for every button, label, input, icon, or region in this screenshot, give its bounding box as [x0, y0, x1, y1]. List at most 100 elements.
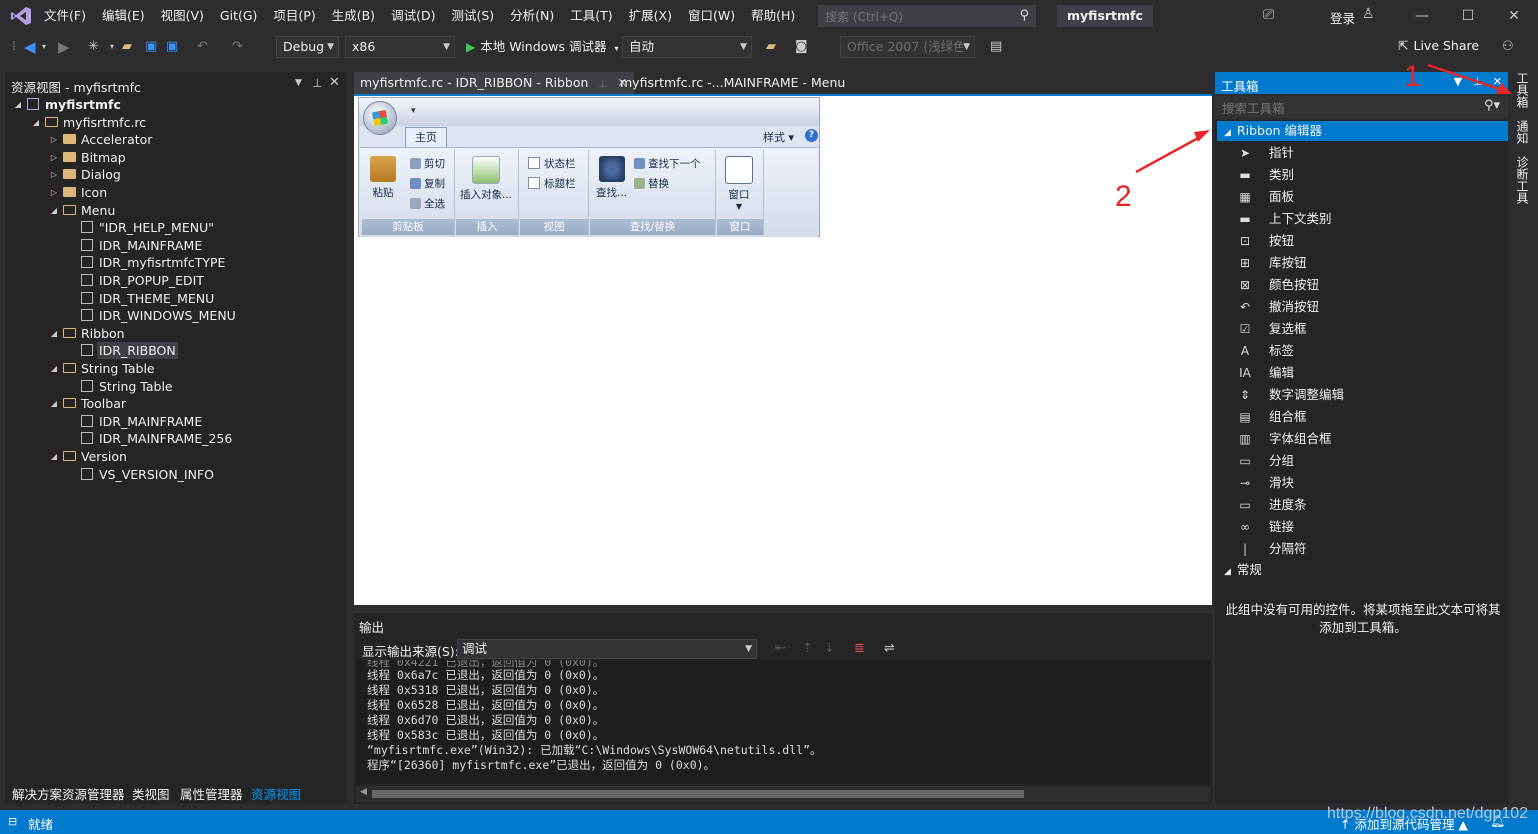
toolbox-item[interactable]: ▦ 面板 — [1237, 187, 1294, 207]
collapsed-arrow-icon[interactable]: ▷ — [49, 184, 59, 201]
notification-bell-icon[interactable]: 🔔︎ — [1490, 814, 1505, 828]
feedback-person-icon[interactable]: ⚇ — [1502, 37, 1514, 57]
tab-solution-explorer[interactable]: 解决方案资源管理器 — [12, 784, 125, 803]
toolbox-item[interactable]: | 分隔符 — [1237, 539, 1307, 559]
toolbox-item[interactable]: ⊸ 滑块 — [1237, 473, 1294, 493]
tab-property-manager[interactable]: 属性管理器 — [180, 784, 243, 803]
clear-all-icon[interactable]: ≣ — [854, 641, 865, 656]
ribbon-replace-button[interactable]: 替换 — [634, 176, 669, 191]
pin-icon[interactable]: ⊥ — [312, 76, 322, 90]
tab-class-view[interactable]: 类视图 — [132, 784, 170, 803]
toolbox-item[interactable]: ⊠ 颜色按钮 — [1237, 275, 1319, 295]
expanded-arrow-icon[interactable]: ◢ — [13, 96, 23, 113]
expanded-arrow-icon[interactable]: ◢ — [49, 360, 59, 377]
minimize-button[interactable]: — — [1412, 6, 1432, 26]
ribbon-insert-object-button[interactable]: 插入对象... — [460, 156, 512, 202]
statusbar-checkbox[interactable]: 状态栏 — [528, 156, 576, 171]
titlebar-checkbox[interactable]: 标题栏 — [528, 176, 576, 191]
back-dropdown-icon[interactable]: ▾ — [42, 37, 46, 57]
toolbox-item[interactable]: ⅠA 编辑 — [1237, 363, 1294, 383]
toolbox-item[interactable]: ↶ 撤消按钮 — [1237, 297, 1319, 317]
quick-access-dropdown-icon[interactable]: ▾ — [411, 106, 416, 116]
toolbox-item[interactable]: ⊡ 按钮 — [1237, 231, 1294, 251]
back-icon[interactable]: ◀ — [24, 37, 36, 57]
camera-icon[interactable]: ◙ — [795, 37, 808, 57]
expanded-arrow-icon[interactable]: ◢ — [31, 114, 41, 131]
toolbox-item[interactable]: A 标签 — [1237, 341, 1294, 361]
menu-window[interactable]: 窗口(W) — [680, 0, 743, 32]
theme-dropdown[interactable]: Office 2007 (浅绿色 ▼ — [840, 36, 975, 58]
toolbox-item[interactable]: ⇕ 数字调整编辑 — [1237, 385, 1344, 405]
platform-dropdown[interactable]: x86 ▼ — [345, 36, 455, 58]
menu-file[interactable]: 文件(F) — [36, 0, 94, 32]
scrollbar-thumb[interactable] — [372, 790, 1024, 798]
next-message-icon[interactable]: ⇣ — [824, 641, 835, 656]
ribbon-paste-button[interactable]: 粘贴 — [370, 156, 396, 200]
layout-icon[interactable]: ▤ — [990, 37, 1002, 57]
pin-icon[interactable]: ⊥ — [598, 79, 607, 90]
collapsed-arrow-icon[interactable]: ▷ — [49, 131, 59, 148]
sign-in-link[interactable]: 登录 — [1330, 8, 1355, 27]
collapsed-arrow-icon[interactable]: ▷ — [49, 149, 59, 166]
close-icon[interactable]: ✕ — [329, 75, 340, 90]
collapsed-arrow-icon[interactable]: ▷ — [49, 166, 59, 183]
output-source-dropdown[interactable]: 调试 ▼ — [457, 639, 757, 659]
panel-menu-icon[interactable]: ▼ — [295, 78, 302, 88]
menu-analyze[interactable]: 分析(N) — [502, 0, 562, 32]
tab-menu-document[interactable]: myfisrtmfc.rc -...MAINFRAME - Menu — [614, 72, 851, 94]
menu-help[interactable]: 帮助(H) — [743, 0, 803, 32]
search-icon[interactable]: ⚲ — [1019, 8, 1029, 23]
word-wrap-icon[interactable]: ⇌ — [884, 641, 895, 656]
ribbon-help-icon[interactable]: ? — [805, 129, 818, 142]
forward-icon[interactable]: ▶ — [58, 37, 70, 57]
ribbon-select-all-button[interactable]: 全选 — [410, 196, 445, 211]
expanded-arrow-icon[interactable]: ◢ — [49, 325, 59, 342]
menu-git[interactable]: Git(G) — [212, 0, 266, 32]
tab-ribbon-document[interactable]: myfisrtmfc.rc - IDR_RIBBON - Ribbon ⊥ ✕ — [354, 72, 634, 94]
feedback-icon[interactable]: ⎚ — [1263, 7, 1274, 23]
toolbox-item[interactable]: ☑ 复选框 — [1237, 319, 1307, 339]
ribbon-style-dropdown[interactable]: 样式 ▾ — [763, 129, 794, 145]
user-icon[interactable]: ♙ — [1362, 6, 1375, 22]
menu-test[interactable]: 测试(S) — [443, 0, 502, 32]
tab-resource-view[interactable]: 资源视图 — [247, 780, 306, 804]
save-icon[interactable]: ▣ — [145, 37, 157, 57]
undo-icon[interactable]: ↶ — [197, 37, 208, 57]
scroll-left-icon[interactable]: ◀ — [360, 787, 367, 797]
open-folder-icon[interactable]: ▰ — [122, 37, 132, 57]
toolbox-item[interactable]: ▤ 组合框 — [1237, 407, 1306, 427]
quick-search-input[interactable] — [823, 7, 1017, 27]
maximize-button[interactable]: ☐ — [1458, 6, 1478, 26]
menu-project[interactable]: 项目(P) — [265, 0, 323, 32]
expanded-arrow-icon[interactable]: ◢ — [49, 202, 59, 219]
ribbon-copy-button[interactable]: 复制 — [410, 176, 445, 191]
menu-build[interactable]: 生成(B) — [324, 0, 383, 32]
menu-tools[interactable]: 工具(T) — [562, 0, 620, 32]
configuration-dropdown[interactable]: Debug ▼ — [276, 36, 339, 58]
new-project-icon[interactable]: ✳ — [88, 37, 99, 57]
menu-edit[interactable]: 编辑(E) — [94, 0, 153, 32]
toolbox-item[interactable]: ∞ 链接 — [1237, 517, 1294, 537]
go-to-line-icon[interactable]: ⇤ — [775, 641, 786, 656]
redo-icon[interactable]: ↷ — [232, 37, 243, 57]
toolbox-item[interactable]: ▭ 进度条 — [1237, 495, 1306, 515]
ribbon-cut-button[interactable]: 剪切 — [410, 156, 445, 171]
expanded-arrow-icon[interactable]: ◢ — [49, 448, 59, 465]
ribbon-find-next-button[interactable]: 查找下一个 — [634, 156, 701, 171]
expanded-arrow-icon[interactable]: ◢ — [49, 395, 59, 412]
ribbon-window-button[interactable]: 窗口 ▼ — [725, 156, 753, 211]
output-horizontal-scrollbar[interactable]: ◀ — [356, 786, 1210, 802]
toolbox-section-general[interactable]: ◢ 常规 — [1224, 560, 1262, 580]
output-text[interactable]: 线程 0x4221 已退出，返回值为 0 (0x0)。 线程 0x6a7c 已退… — [356, 660, 1210, 784]
new-dropdown-icon[interactable]: ▾ — [110, 37, 114, 57]
live-share-button[interactable]: ⇱ Live Share — [1398, 38, 1479, 53]
run-mode-dropdown[interactable]: 自动 ▼ — [622, 36, 752, 58]
toolbox-item[interactable]: ▥ 字体组合框 — [1237, 429, 1331, 449]
start-debugging-button[interactable]: ▶ 本地 Windows 调试器 ▾ — [466, 37, 618, 57]
toolbox-item[interactable]: ▭ 分组 — [1237, 451, 1294, 471]
toolbox-item[interactable]: ⊞ 库按钮 — [1237, 253, 1307, 273]
close-window-button[interactable]: ✕ — [1504, 6, 1524, 26]
ribbon-find-button[interactable]: 查找... — [596, 156, 627, 200]
save-all-icon[interactable]: ▣ — [166, 37, 178, 57]
ribbon-application-button[interactable] — [363, 101, 397, 135]
